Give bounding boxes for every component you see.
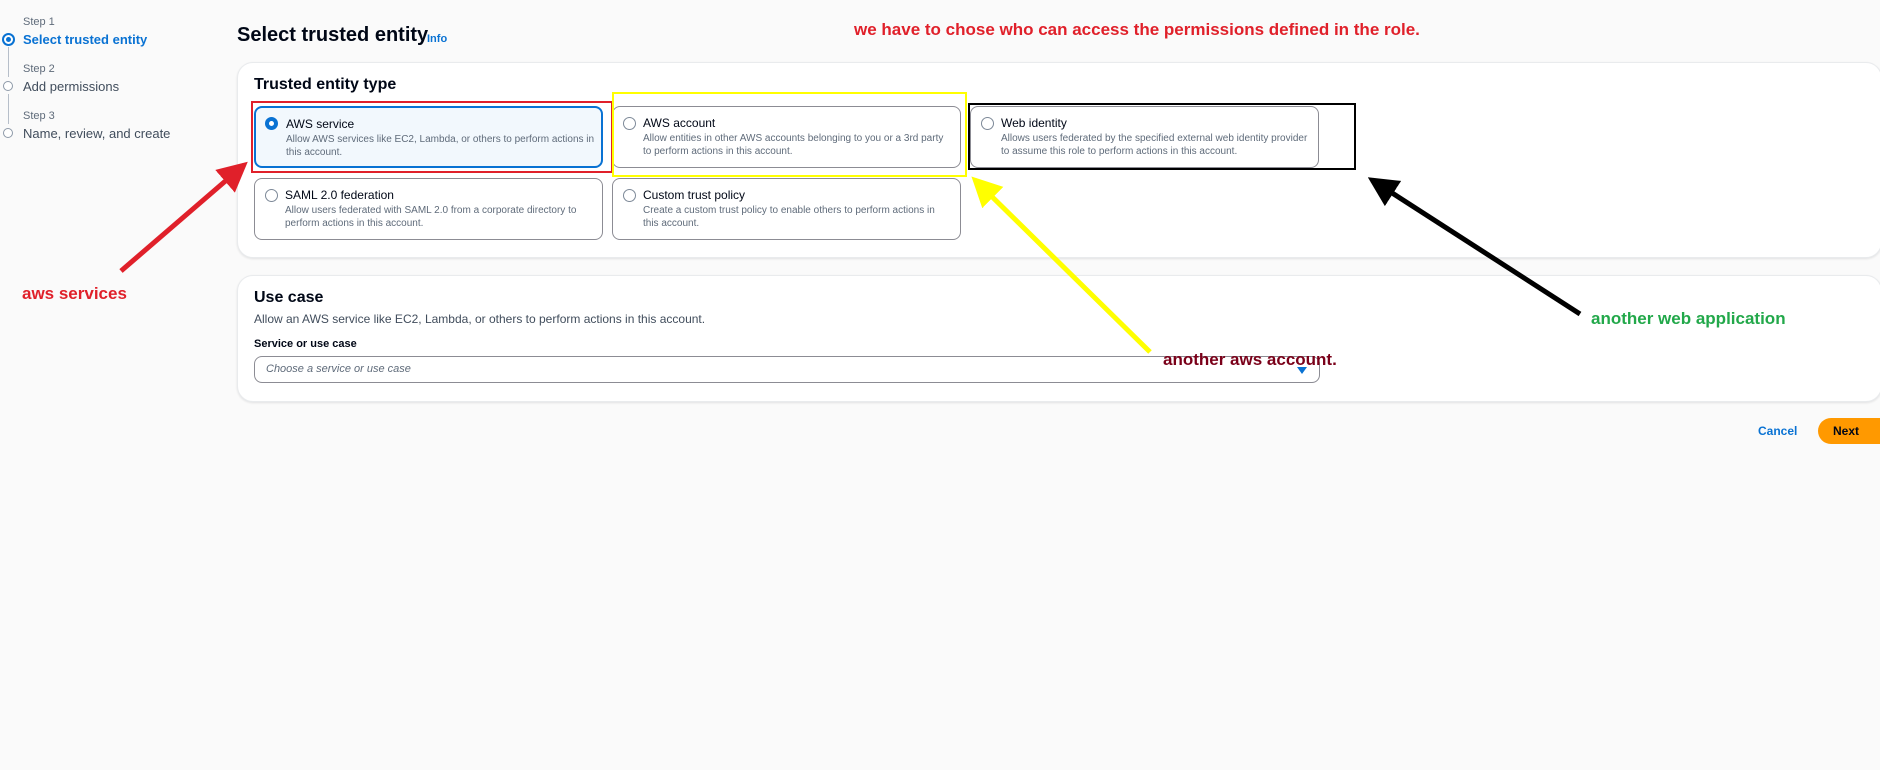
annotation-top-note: we have to chose who can access the perm… (854, 20, 1420, 39)
arrow-yellow (971, 176, 1152, 354)
arrow-black (1367, 177, 1582, 317)
arrow-red (119, 161, 248, 273)
annotation-another-account: another aws account. (1163, 350, 1337, 369)
annotation-aws-services: aws services (22, 284, 127, 303)
annotation-another-web-app: another web application (1591, 309, 1786, 328)
annotation-arrows (119, 161, 1582, 354)
